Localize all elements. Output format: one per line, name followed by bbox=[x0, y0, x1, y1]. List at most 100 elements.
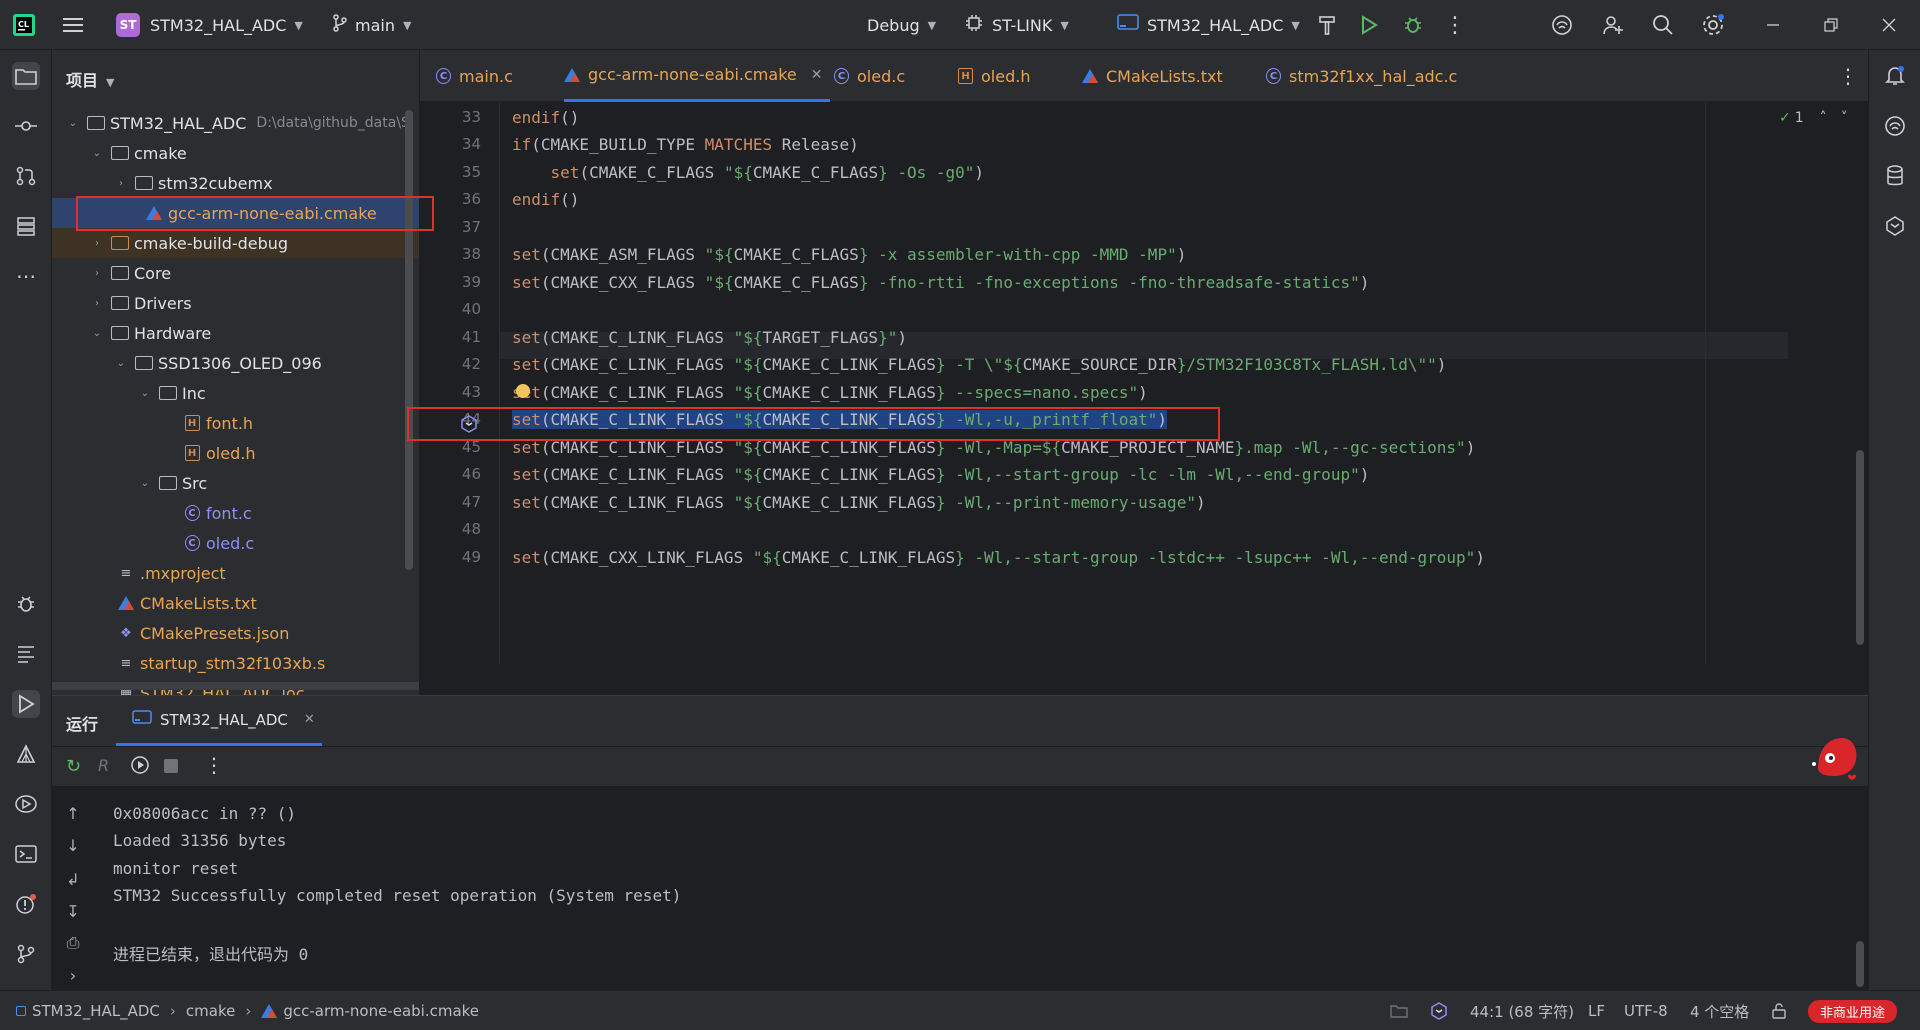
close-tab-icon[interactable]: ✕ bbox=[304, 712, 315, 727]
tree-root[interactable]: ⌄ STM32_HAL_ADC D:\data\github_data\S bbox=[52, 108, 419, 138]
branch-switcher[interactable]: main ▼ bbox=[333, 0, 411, 50]
code-line[interactable]: set(CMAKE_C_FLAGS "${CMAKE_C_FLAGS} -Os … bbox=[512, 159, 985, 186]
breadcrumb-file[interactable]: gcc-arm-none-eabi.cmake bbox=[283, 1002, 479, 1020]
close-window-icon[interactable] bbox=[1877, 13, 1901, 37]
tree-item-mxproject[interactable]: ≡ .mxproject bbox=[52, 558, 419, 588]
expanded-arrow-icon[interactable]: ⌄ bbox=[66, 118, 80, 129]
code-line[interactable]: set(CMAKE_CXX_FLAGS "${CMAKE_C_FLAGS} -f… bbox=[512, 269, 1369, 296]
run-icon[interactable] bbox=[1357, 13, 1381, 37]
debug-tool-icon[interactable] bbox=[12, 590, 40, 618]
search-icon[interactable] bbox=[1651, 13, 1675, 37]
chevron-down-icon[interactable]: ˅ bbox=[1841, 110, 1848, 126]
run-config-selector[interactable]: STM32_HAL_ADC ▼ bbox=[1117, 0, 1300, 50]
restore-window-icon[interactable] bbox=[1819, 13, 1843, 37]
tab-stm32f1xx-hal-adc-c[interactable]: C stm32f1xx_hal_adc.c bbox=[1266, 50, 1457, 102]
code-line[interactable]: set(CMAKE_C_LINK_FLAGS "${CMAKE_C_LINK_F… bbox=[512, 379, 1148, 406]
expanded-arrow-icon[interactable]: ⌄ bbox=[90, 328, 104, 339]
tree-item-oled-h[interactable]: H oled.h bbox=[52, 438, 419, 468]
more-actions-icon[interactable]: ⋮ bbox=[1443, 13, 1467, 38]
tree-item-font-c[interactable]: C font.c bbox=[52, 498, 419, 528]
add-user-icon[interactable] bbox=[1601, 13, 1625, 37]
tree-item-gcc-arm-none-eabi-cmake[interactable]: gcc-arm-none-eabi.cmake bbox=[52, 198, 419, 228]
code-line[interactable]: set(CMAKE_C_LINK_FLAGS "${TARGET_FLAGS}"… bbox=[512, 324, 907, 351]
settings-gear-icon[interactable] bbox=[1701, 13, 1725, 37]
expanded-arrow-icon[interactable]: ⌄ bbox=[114, 358, 128, 369]
line-ending[interactable]: LF bbox=[1588, 991, 1605, 1030]
ai-chat-icon[interactable] bbox=[1881, 112, 1909, 140]
code-line[interactable]: if(CMAKE_BUILD_TYPE MATCHES Release) bbox=[512, 131, 859, 158]
tab-cmakelists[interactable]: CMakeLists.txt bbox=[1082, 50, 1223, 102]
commit-icon[interactable] bbox=[12, 112, 40, 140]
expanded-arrow-icon[interactable]: ⌄ bbox=[90, 148, 104, 159]
code-line[interactable]: set(CMAKE_C_LINK_FLAGS "${CMAKE_C_LINK_F… bbox=[512, 461, 1369, 488]
soft-wrap-icon[interactable]: ↲ bbox=[62, 868, 84, 890]
tab-main-c[interactable]: C main.c bbox=[436, 50, 513, 102]
folder-status-icon[interactable] bbox=[1390, 991, 1408, 1030]
tree-item-startup[interactable]: ≡ startup_stm32f103xb.s bbox=[52, 648, 419, 678]
tree-item-cmakepresets[interactable]: ❖ CMakePresets.json bbox=[52, 618, 419, 648]
tree-item-font-h[interactable]: H font.h bbox=[52, 408, 419, 438]
problems-icon[interactable] bbox=[12, 890, 40, 918]
debug-bug-icon[interactable] bbox=[1401, 13, 1425, 37]
build-config-selector[interactable]: Debug ▼ bbox=[867, 0, 936, 50]
tree-item-src[interactable]: ⌄ Src bbox=[52, 468, 419, 498]
code-line[interactable]: endif() bbox=[512, 104, 579, 131]
cmake-tool-icon[interactable] bbox=[12, 740, 40, 768]
license-badge[interactable]: 非商业用途 bbox=[1808, 991, 1898, 1030]
notifications-bell-icon[interactable] bbox=[1881, 62, 1909, 90]
lock-icon[interactable] bbox=[1771, 991, 1787, 1030]
database-icon[interactable] bbox=[1881, 162, 1909, 190]
git-icon[interactable] bbox=[12, 940, 40, 968]
stop-icon[interactable] bbox=[164, 759, 178, 773]
close-tab-icon[interactable]: ✕ bbox=[811, 67, 823, 83]
scroll-to-end-icon[interactable]: ↧ bbox=[62, 900, 84, 922]
breadcrumb-root[interactable]: STM32_HAL_ADC bbox=[32, 1002, 160, 1020]
print-icon[interactable]: ⎙ bbox=[62, 932, 84, 954]
collapsed-arrow-icon[interactable]: › bbox=[114, 178, 128, 189]
run-tab-stm32-hal-adc[interactable]: STM32_HAL_ADC ✕ bbox=[116, 696, 322, 746]
resume-icon[interactable] bbox=[130, 755, 150, 779]
editor-scrollbar[interactable] bbox=[1856, 450, 1864, 645]
rerun-failed-icon[interactable]: R bbox=[98, 756, 109, 775]
terminal-icon[interactable] bbox=[12, 840, 40, 868]
tab-options-icon[interactable]: ⋮ bbox=[1838, 50, 1858, 102]
minimize-window-icon[interactable] bbox=[1761, 13, 1785, 37]
debugger-selector[interactable]: ST-LINK ▼ bbox=[964, 0, 1069, 50]
more-tools-icon[interactable]: ⋯ bbox=[12, 262, 40, 290]
scroll-up-icon[interactable]: ↑ bbox=[62, 802, 84, 824]
tree-item-core[interactable]: › Core bbox=[52, 258, 419, 288]
cursor-position[interactable]: 44:1 (68 字符) bbox=[1470, 991, 1574, 1030]
plugin-icon[interactable] bbox=[1881, 212, 1909, 240]
tree-item-cmakelists[interactable]: CMakeLists.txt bbox=[52, 588, 419, 618]
structure-icon[interactable] bbox=[12, 212, 40, 240]
main-menu-icon[interactable] bbox=[61, 13, 85, 37]
indent-setting[interactable]: 4 个空格 bbox=[1690, 991, 1749, 1030]
project-switcher[interactable]: ST STM32_HAL_ADC ▼ bbox=[116, 0, 303, 50]
scroll-down-icon[interactable]: ↓ bbox=[62, 834, 84, 856]
rerun-icon[interactable]: ↻ bbox=[66, 756, 81, 777]
breadcrumb-folder[interactable]: cmake bbox=[186, 1002, 235, 1020]
tab-oled-c[interactable]: C oled.c bbox=[834, 50, 905, 102]
tree-item-cmake-build-debug[interactable]: › cmake-build-debug bbox=[52, 228, 419, 258]
tree-item-drivers[interactable]: › Drivers bbox=[52, 288, 419, 318]
collapsed-arrow-icon[interactable]: › bbox=[90, 238, 104, 249]
build-hammer-icon[interactable] bbox=[1315, 13, 1339, 37]
file-encoding[interactable]: UTF-8 bbox=[1624, 991, 1668, 1030]
code-line[interactable]: set(CMAKE_ASM_FLAGS "${CMAKE_C_FLAGS} -x… bbox=[512, 241, 1186, 268]
intention-bulb-icon[interactable] bbox=[516, 384, 530, 398]
collapsed-arrow-icon[interactable]: › bbox=[90, 298, 104, 309]
console-scrollbar[interactable] bbox=[1856, 941, 1864, 987]
expand-more-icon[interactable]: › bbox=[62, 964, 84, 986]
tree-item-oled-c[interactable]: C oled.c bbox=[52, 528, 419, 558]
expanded-arrow-icon[interactable]: ⌄ bbox=[138, 388, 152, 399]
run-tool-icon[interactable] bbox=[12, 690, 40, 718]
messages-list-icon[interactable] bbox=[12, 640, 40, 668]
ai-status-icon[interactable] bbox=[1430, 991, 1448, 1030]
project-folder-icon[interactable] bbox=[12, 62, 40, 90]
more-options-icon[interactable]: ⋮ bbox=[204, 753, 224, 777]
code-line[interactable]: set(CMAKE_C_LINK_FLAGS "${CMAKE_C_LINK_F… bbox=[512, 489, 1206, 516]
tab-oled-h[interactable]: H oled.h bbox=[958, 50, 1030, 102]
project-horizontal-scrollbar[interactable] bbox=[52, 682, 419, 690]
inspection-widget[interactable]: ✓ 1 ˄ ˅ bbox=[1779, 110, 1848, 126]
tree-item-inc[interactable]: ⌄ Inc bbox=[52, 378, 419, 408]
